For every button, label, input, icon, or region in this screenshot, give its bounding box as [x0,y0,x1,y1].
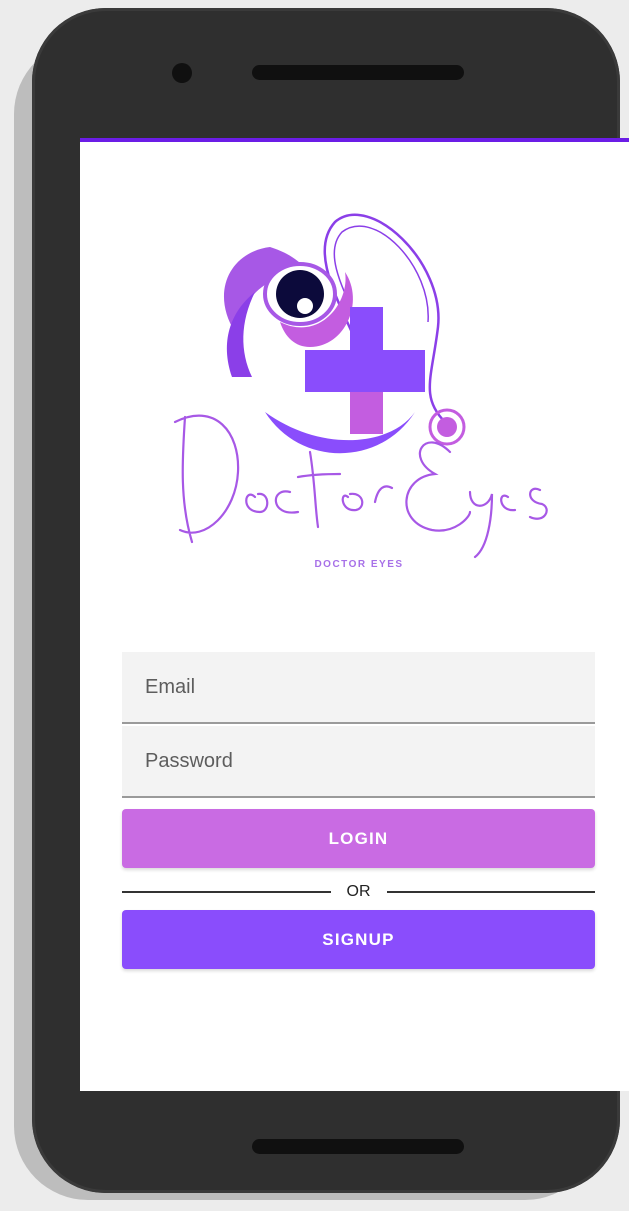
divider-line-right [386,891,595,893]
phone-frame: DOCTOR EYES LOGIN OR SIGNUP [32,8,629,1193]
logo-caption: DOCTOR EYES [314,559,404,570]
password-field[interactable] [122,726,595,798]
top-speaker [252,65,464,80]
app-screen: DOCTOR EYES LOGIN OR SIGNUP [80,138,629,1091]
login-button-label: LOGIN [328,828,389,848]
password-input[interactable] [143,748,595,774]
front-camera [172,63,192,83]
eye-icon [263,262,337,326]
doctor-eyes-logo [170,212,560,582]
divider-line-left [122,891,331,893]
email-field[interactable] [122,652,595,724]
login-button[interactable]: LOGIN [122,809,595,868]
bottom-speaker [252,1139,464,1154]
or-divider: OR [122,880,595,904]
email-input[interactable] [143,674,595,700]
or-label: OR [346,883,371,900]
signup-button-label: SIGNUP [322,929,395,949]
signup-button[interactable]: SIGNUP [122,910,595,969]
logo-artwork [173,213,548,559]
